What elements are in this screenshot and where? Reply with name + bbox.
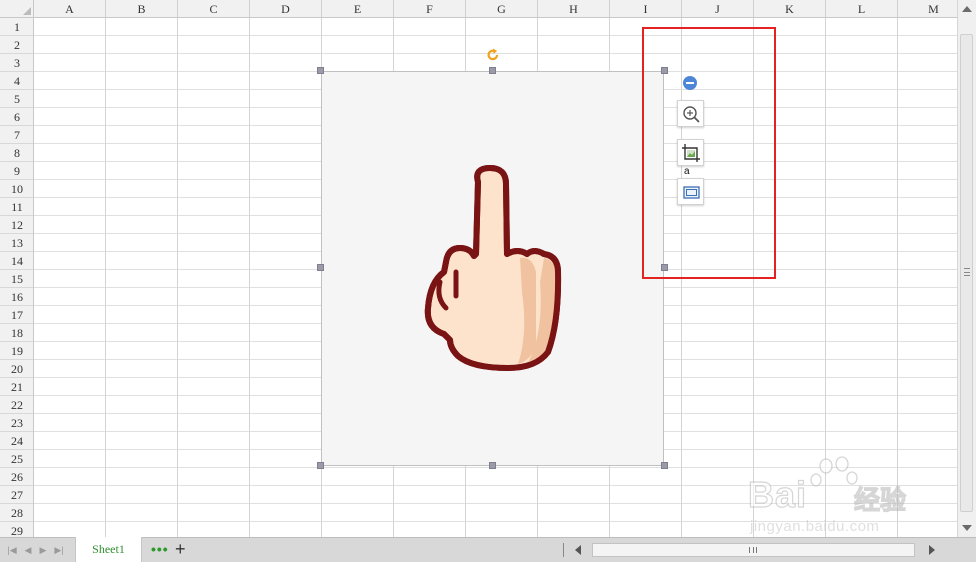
spreadsheet-window: ABCDEFGHIJKLM 1 2 3 4 5 6 7 8 9 10 11 12 13 14 15 16 17 1…	[0, 0, 976, 562]
watermark: Bai 经验 jingyan.baidu.com	[747, 456, 928, 540]
row-header-21[interactable]: 21	[0, 378, 33, 396]
row-header-13[interactable]: 13	[0, 234, 33, 252]
row-header-6[interactable]: 6	[0, 108, 33, 126]
next-sheet-icon[interactable]: ▶	[37, 544, 49, 556]
scrollbar-splitter[interactable]	[563, 543, 564, 557]
row-header-23[interactable]: 23	[0, 414, 33, 432]
row-header-16[interactable]: 16	[0, 288, 33, 306]
add-sheet-button[interactable]: +	[175, 539, 186, 559]
column-header-c[interactable]: C	[178, 0, 250, 17]
horizontal-scroll-thumb[interactable]	[592, 543, 915, 557]
scroll-up-icon[interactable]	[962, 6, 972, 12]
scroll-right-icon[interactable]	[929, 545, 935, 555]
row-header-5[interactable]: 5	[0, 90, 33, 108]
row-header-4[interactable]: 4	[0, 72, 33, 90]
row-header-28[interactable]: 28	[0, 504, 33, 522]
column-header-g[interactable]: G	[466, 0, 538, 17]
row-header-7[interactable]: 7	[0, 126, 33, 144]
select-all-corner[interactable]	[0, 0, 34, 18]
row-header-3[interactable]: 3	[0, 54, 33, 72]
sheet-tab-bar: |◀ ◀ ▶ ▶| Sheet1 ••• +	[0, 537, 976, 562]
resize-handle-bottom-right[interactable]	[661, 462, 668, 469]
rotate-icon[interactable]	[486, 48, 500, 62]
last-sheet-icon[interactable]: ▶|	[53, 544, 65, 556]
row-header-17[interactable]: 17	[0, 306, 33, 324]
column-header-k[interactable]: K	[754, 0, 826, 17]
watermark-url: jingyan.baidu.com	[750, 518, 880, 535]
row-header-9[interactable]: 9	[0, 162, 33, 180]
row-headers: 1 2 3 4 5 6 7 8 9 10 11 12 13 14 15 16 17 18 19 20 21 22 23 24 2…	[0, 18, 34, 537]
column-header-l[interactable]: L	[826, 0, 898, 17]
scroll-left-icon[interactable]	[575, 545, 581, 555]
column-header-f[interactable]: F	[394, 0, 466, 17]
row-header-18[interactable]: 18	[0, 324, 33, 342]
column-header-h[interactable]: H	[538, 0, 610, 17]
resize-handle-bottom-left[interactable]	[317, 462, 324, 469]
vertical-scroll-thumb[interactable]	[960, 34, 973, 512]
scroll-down-icon[interactable]	[962, 525, 972, 531]
row-header-25[interactable]: 25	[0, 450, 33, 468]
row-header-22[interactable]: 22	[0, 396, 33, 414]
row-header-10[interactable]: 10	[0, 180, 33, 198]
vertical-scrollbar[interactable]	[957, 0, 976, 537]
column-header-i[interactable]: I	[610, 0, 682, 17]
row-header-11[interactable]: 11	[0, 198, 33, 216]
column-header-b[interactable]: B	[106, 0, 178, 17]
middle-finger-hand-icon	[424, 165, 562, 371]
column-header-a[interactable]: A	[34, 0, 106, 17]
resize-handle-top-left[interactable]	[317, 67, 324, 74]
sheet-tab-sheet1[interactable]: Sheet1	[75, 537, 142, 562]
column-header-d[interactable]: D	[250, 0, 322, 17]
resize-handle-left[interactable]	[317, 264, 324, 271]
row-header-14[interactable]: 14	[0, 252, 33, 270]
row-header-26[interactable]: 26	[0, 468, 33, 486]
row-header-19[interactable]: 19	[0, 342, 33, 360]
row-header-24[interactable]: 24	[0, 432, 33, 450]
row-header-15[interactable]: 15	[0, 270, 33, 288]
column-headers: ABCDEFGHIJKLM	[34, 0, 957, 18]
resize-handle-bottom[interactable]	[489, 462, 496, 469]
watermark-brand: Bai	[747, 473, 808, 515]
column-header-j[interactable]: J	[682, 0, 754, 17]
row-header-2[interactable]: 2	[0, 36, 33, 54]
row-header-1[interactable]: 1	[0, 18, 33, 36]
row-header-29[interactable]: 29	[0, 522, 33, 537]
row-header-20[interactable]: 20	[0, 360, 33, 378]
row-header-12[interactable]: 12	[0, 216, 33, 234]
row-header-27[interactable]: 27	[0, 486, 33, 504]
column-header-m[interactable]: M	[898, 0, 957, 17]
row-header-8[interactable]: 8	[0, 144, 33, 162]
prev-sheet-icon[interactable]: ◀	[22, 544, 34, 556]
annotation-highlight-box	[642, 27, 776, 279]
watermark-brand-cn: 经验	[853, 485, 907, 516]
resize-handle-top[interactable]	[489, 67, 496, 74]
more-sheets-icon[interactable]: •••	[151, 541, 169, 557]
first-sheet-icon[interactable]: |◀	[6, 544, 18, 556]
inserted-picture[interactable]	[321, 71, 664, 466]
column-header-e[interactable]: E	[322, 0, 394, 17]
